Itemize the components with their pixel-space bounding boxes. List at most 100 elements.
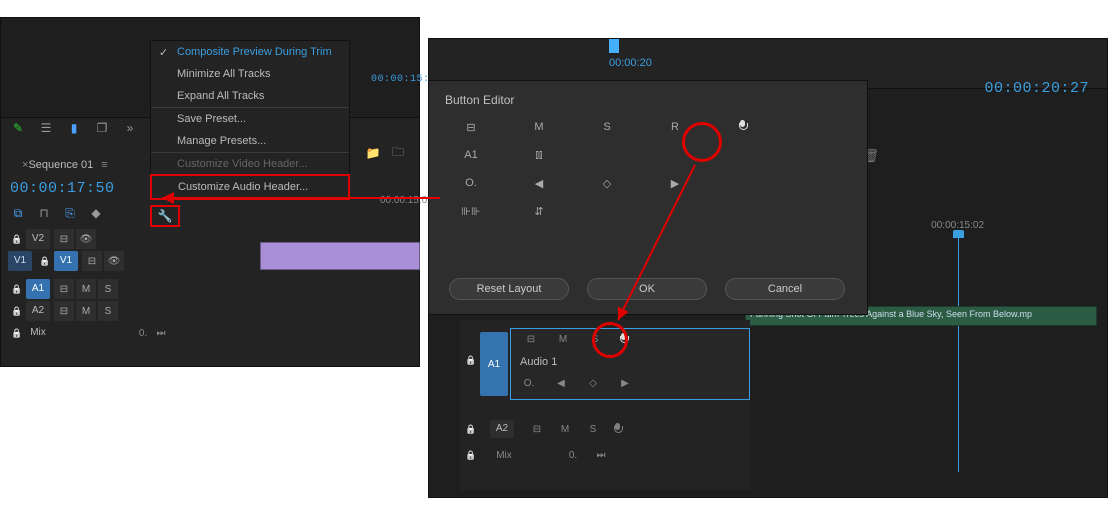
folder-icon[interactable]: 📁: [365, 145, 381, 161]
sync-lock-icon[interactable]: ⊟: [54, 279, 74, 299]
waveform-icon[interactable]: ⊪⊪: [457, 205, 485, 218]
track-v1-header[interactable]: V1 V1 ⊟ 👁: [8, 250, 126, 272]
track-v2-label[interactable]: V2: [26, 229, 50, 249]
mix-zero: 0.: [564, 450, 582, 461]
mic-icon[interactable]: [612, 423, 624, 435]
keyframe-o[interactable]: O.: [457, 177, 485, 189]
solo-button[interactable]: S: [98, 301, 118, 321]
track-a2-label[interactable]: A2: [490, 420, 514, 438]
dialog-row-3: O. ◀ ◇ ▶: [429, 169, 867, 197]
sync-lock-icon[interactable]: ⊟: [54, 301, 74, 321]
mute-button[interactable]: M: [556, 424, 574, 435]
keyframe-o[interactable]: O.: [520, 378, 538, 389]
menu-save-preset[interactable]: Save Preset...: [151, 107, 349, 130]
a1-button-row2: O. ◀ ◇ ▶: [520, 378, 634, 389]
lock-icon[interactable]: [8, 234, 26, 245]
eye-icon[interactable]: 👁: [104, 251, 124, 271]
track-a1-label[interactable]: A1: [480, 332, 508, 396]
sync-lock-icon[interactable]: ⊟: [82, 251, 102, 271]
mic-icon[interactable]: [618, 333, 630, 345]
lock-icon[interactable]: [8, 306, 26, 317]
mute-button[interactable]: M: [554, 334, 572, 345]
list-icon[interactable]: ☰: [38, 120, 54, 136]
track-mix-header[interactable]: Mix 0. ⏭: [8, 322, 170, 344]
link-icon[interactable]: ⎘: [62, 205, 78, 221]
marker-icon[interactable]: ◆: [88, 205, 104, 221]
bin-icon[interactable]: 🗀: [390, 145, 406, 161]
menu-customize-video-header: Customize Video Header...: [151, 152, 349, 175]
track-v1-label[interactable]: V1: [54, 251, 78, 271]
mic-icon: [737, 120, 749, 132]
track-mix-label[interactable]: Mix: [26, 323, 50, 343]
lock-icon[interactable]: [462, 450, 480, 461]
prev-keyframe-icon[interactable]: ◀: [525, 177, 553, 190]
menu-minimize-tracks[interactable]: Minimize All Tracks: [151, 63, 349, 85]
skip-icon[interactable]: ⏭: [152, 328, 170, 339]
cancel-button[interactable]: Cancel: [725, 278, 845, 300]
mic-button[interactable]: [729, 120, 757, 135]
pen-icon[interactable]: ✎: [10, 120, 26, 136]
solo-button[interactable]: S: [584, 424, 602, 435]
solo-button[interactable]: S: [593, 121, 621, 133]
solo-button[interactable]: S: [586, 334, 604, 345]
lock-icon[interactable]: [462, 424, 480, 435]
mix-zero: 0.: [134, 328, 152, 339]
lock-icon[interactable]: [8, 328, 26, 339]
eye-icon[interactable]: 👁: [76, 229, 96, 249]
snap-icon[interactable]: ⊓: [36, 205, 52, 221]
sync-lock-icon[interactable]: ⊟: [528, 424, 546, 435]
track-a2-header-right[interactable]: A2 ⊟ M S: [462, 420, 624, 438]
menu-manage-presets[interactable]: Manage Presets...: [151, 130, 349, 152]
more-icon[interactable]: »: [122, 120, 138, 136]
lock-icon[interactable]: [36, 256, 54, 267]
dialog-row-1: ⊟ M S R: [429, 113, 867, 141]
reset-layout-button[interactable]: Reset Layout: [449, 278, 569, 300]
record-button[interactable]: R: [661, 121, 689, 133]
track-v2-header[interactable]: V2 ⊟ 👁: [8, 228, 98, 250]
fader-icon[interactable]: ⇵: [525, 205, 553, 218]
sync-lock-icon[interactable]: ⊟: [457, 121, 485, 134]
next-keyframe-icon[interactable]: ▶: [616, 378, 634, 389]
track-mix-label[interactable]: Mix: [490, 450, 518, 461]
menu-composite-preview[interactable]: Composite Preview During Trim: [151, 41, 349, 63]
next-keyframe-icon[interactable]: ▶: [661, 177, 689, 190]
track-mix-header-right[interactable]: Mix 0. ⏭: [462, 450, 610, 461]
insert-icon[interactable]: ⧉: [10, 205, 26, 221]
sync-lock-icon[interactable]: ⊟: [522, 334, 540, 345]
track-v1-source[interactable]: V1: [8, 251, 32, 271]
mute-button[interactable]: M: [525, 121, 553, 133]
prev-keyframe-icon[interactable]: ◀: [552, 378, 570, 389]
menu-expand-tracks[interactable]: Expand All Tracks: [151, 85, 349, 107]
monitor-icon[interactable]: ▮: [66, 120, 82, 136]
sequence-tab[interactable]: ×Sequence 01≡: [6, 155, 116, 175]
ok-button[interactable]: OK: [587, 278, 707, 300]
meter-icon[interactable]: ⫾⫾: [525, 149, 553, 162]
tab-menu-icon[interactable]: ≡: [101, 159, 107, 171]
playhead-timecode[interactable]: 00:00:17:50: [10, 180, 115, 197]
timeline-tools: ⧉ ⊓ ⎘ ◆: [10, 205, 104, 221]
mute-button[interactable]: M: [76, 301, 96, 321]
lock-icon[interactable]: [465, 355, 477, 366]
track-a1-header[interactable]: A1 ⊟ M S: [8, 278, 120, 300]
a1-button-row1: ⊟ M S: [522, 333, 630, 345]
overlay-icon[interactable]: ❐: [94, 120, 110, 136]
playhead-timecode-right[interactable]: 00:00:20:27: [984, 80, 1089, 97]
skip-icon[interactable]: ⏭: [592, 450, 610, 461]
video-clip[interactable]: [260, 242, 420, 270]
track-a1-label[interactable]: A1: [26, 279, 50, 299]
playhead-marker[interactable]: [609, 39, 619, 53]
sync-lock-icon[interactable]: ⊟: [54, 229, 74, 249]
add-keyframe-icon[interactable]: ◇: [584, 378, 602, 389]
menu-customize-audio-header[interactable]: Customize Audio Header...: [150, 174, 350, 200]
wrench-icon: 🔧: [157, 208, 173, 224]
solo-button[interactable]: S: [98, 279, 118, 299]
track-a2-label[interactable]: A2: [26, 301, 50, 321]
lock-icon[interactable]: [8, 284, 26, 295]
playhead[interactable]: [958, 232, 959, 472]
add-keyframe-icon[interactable]: ◇: [593, 177, 621, 190]
sequence-tab-label: Sequence 01: [28, 159, 93, 171]
wrench-settings-button[interactable]: 🔧: [150, 205, 180, 227]
track-a2-header[interactable]: A2 ⊟ M S: [8, 300, 120, 322]
mute-button[interactable]: M: [76, 279, 96, 299]
track-a1-label[interactable]: A1: [457, 149, 485, 161]
